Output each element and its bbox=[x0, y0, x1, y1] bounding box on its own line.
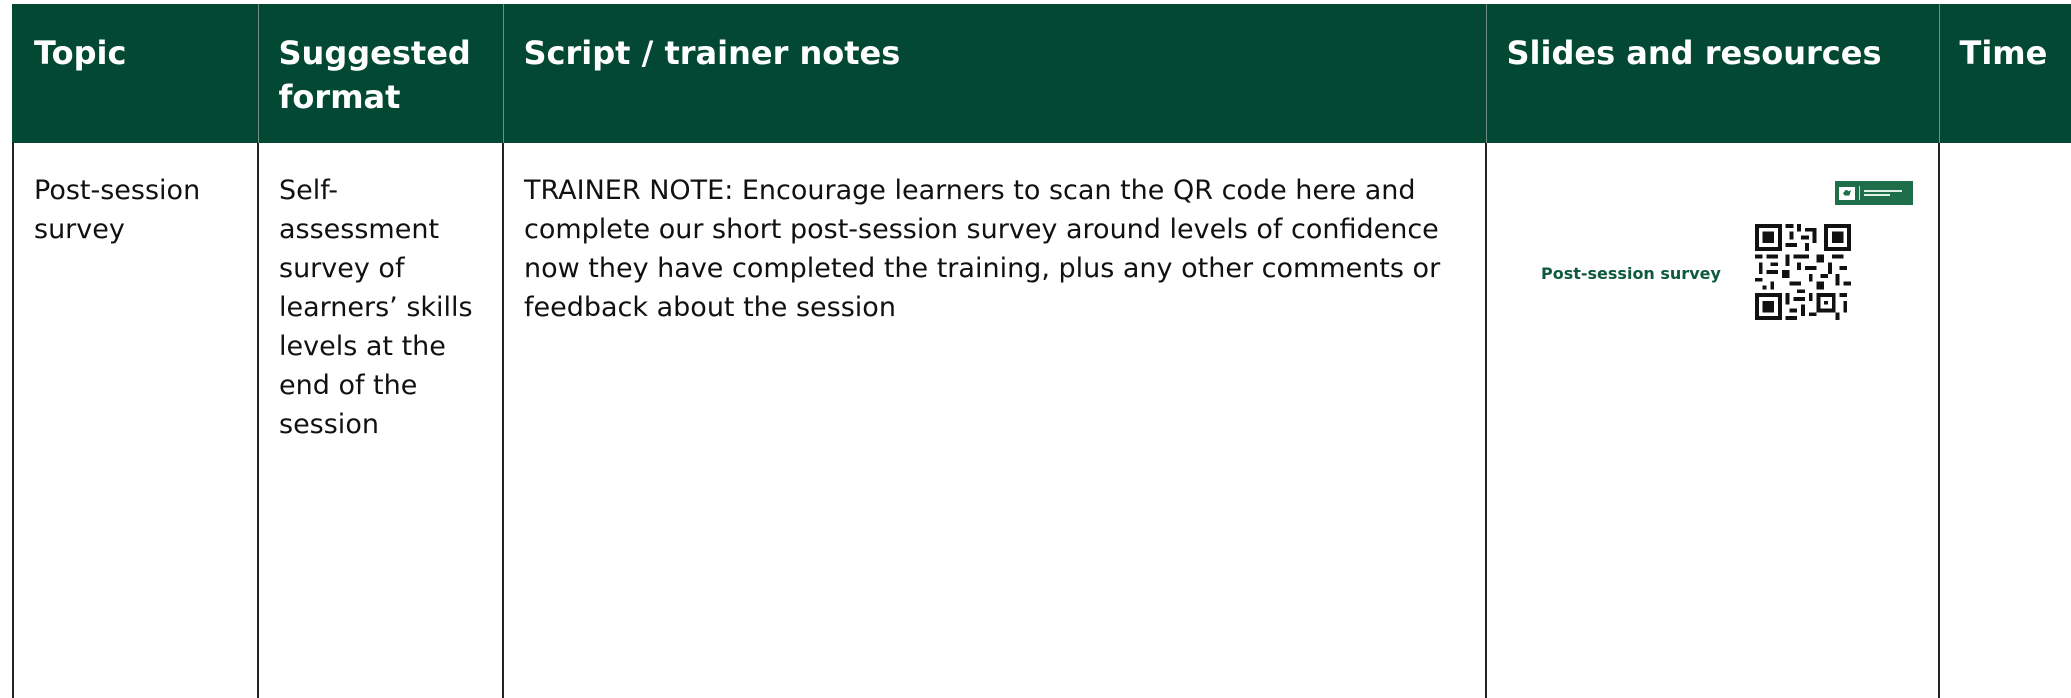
horse-logo-icon bbox=[1839, 186, 1855, 200]
cell-suggested-format: Self-assessment survey of learners’ skil… bbox=[257, 143, 504, 698]
header-slides-and-resources: Slides and resources bbox=[1485, 4, 1940, 143]
session-plan-table: Topic Suggested format Script / trainer … bbox=[12, 4, 2071, 698]
header-script-trainer-notes: Script / trainer notes bbox=[502, 4, 1487, 143]
cell-topic: Post-session survey bbox=[12, 143, 259, 698]
lloyds-bank-academy-logo bbox=[1835, 181, 1913, 205]
slide-thumbnail[interactable]: Post-session survey bbox=[1527, 161, 1925, 361]
slide-title: Post-session survey bbox=[1541, 264, 1721, 283]
session-plan-sheet: Topic Suggested format Script / trainer … bbox=[12, 4, 2071, 698]
table-row: Post-session survey Self-assessment surv… bbox=[12, 143, 2071, 698]
qr-code-icon[interactable] bbox=[1754, 224, 1852, 320]
cell-time bbox=[1938, 143, 2071, 698]
cell-trainer-notes: TRAINER NOTE: Encourage learners to scan… bbox=[502, 143, 1487, 698]
header-time: Time bbox=[1938, 4, 2071, 143]
header-suggested-format: Suggested format bbox=[257, 4, 504, 143]
header-topic: Topic bbox=[12, 4, 259, 143]
table-header-row: Topic Suggested format Script / trainer … bbox=[12, 4, 2071, 143]
cell-slides-and-resources: Post-session survey bbox=[1485, 143, 1940, 698]
